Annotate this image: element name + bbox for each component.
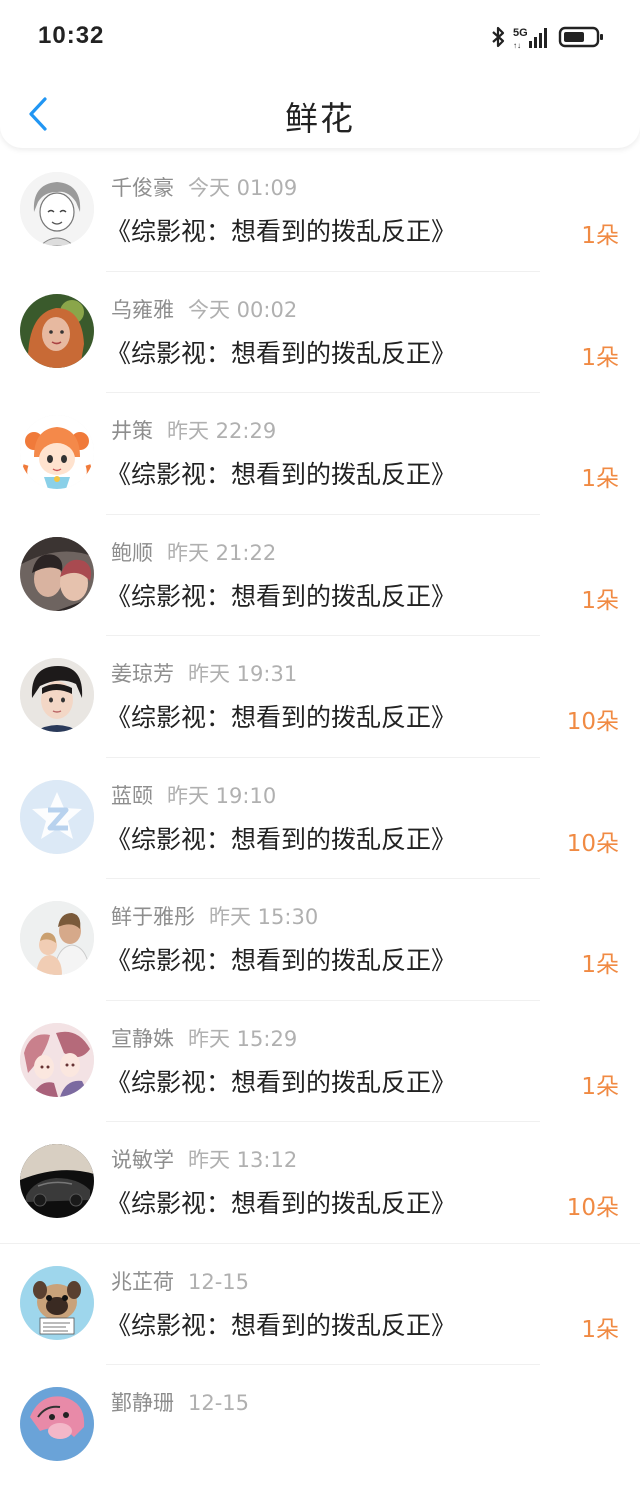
user-name: 千俊豪 <box>111 176 174 200</box>
network-label: 5G <box>513 27 528 39</box>
user-name: 说敏学 <box>111 1148 174 1172</box>
name-line: 蓝颐 昨天 19:10 <box>111 780 276 810</box>
book-title: 《综影视：想看到的拨乱反正》 <box>106 946 457 975</box>
avatar <box>20 779 94 854</box>
user-name: 乌雍雅 <box>111 297 174 322</box>
book-title: 《综影视：想看到的拨乱反正》 <box>106 824 457 854</box>
list-item[interactable]: 姜琼芳 昨天 19:31 《综影视：想看到的拨乱反正》 10朵 <box>0 636 640 758</box>
svg-text:↑↓: ↑↓ <box>513 41 521 50</box>
avatar <box>20 172 94 246</box>
book-title: 《综影视：想看到的拨乱反正》 <box>106 1310 457 1340</box>
list-item[interactable]: 说敏学 昨天 13:12 《综影视：想看到的拨乱反正》 10朵 <box>0 1122 640 1244</box>
flower-count: 1朵 <box>581 1316 619 1343</box>
gift-time: 昨天 15:30 <box>209 905 319 929</box>
flower-count: 1朵 <box>581 223 619 249</box>
flower-count: 1朵 <box>581 466 619 492</box>
name-line: 宣静姝 昨天 15:29 <box>111 1023 297 1053</box>
list-item[interactable]: 蓝颐 昨天 19:10 《综影视：想看到的拨乱反正》 10朵 <box>0 758 640 879</box>
name-line: 鄞静珊 12-15 <box>111 1387 249 1417</box>
list-item[interactable]: 兆芷荷 12-15 《综影视：想看到的拨乱反正》 1朵 <box>0 1244 640 1365</box>
book-title: 《综影视：想看到的拨乱反正》 <box>106 217 457 246</box>
gift-time: 12-15 <box>188 1391 250 1415</box>
name-line: 乌雍雅 今天 00:02 <box>111 294 297 324</box>
signal-icon: 5G ↑↓ <box>513 27 547 50</box>
name-line: 说敏学 昨天 13:12 <box>111 1144 297 1174</box>
list-item[interactable]: 鲜于雅彤 昨天 15:30 《综影视：想看到的拨乱反正》 1朵 <box>0 879 640 1001</box>
avatar <box>20 415 94 489</box>
status-icons: 5G ↑↓ <box>490 22 606 52</box>
avatar <box>20 293 94 368</box>
gift-time: 昨天 19:31 <box>188 662 298 686</box>
book-title: 《综影视：想看到的拨乱反正》 <box>106 581 457 611</box>
gift-time: 昨天 21:22 <box>167 540 277 565</box>
user-name: 鄞静珊 <box>111 1391 174 1415</box>
book-title: 《综影视：想看到的拨乱反正》 <box>106 338 457 368</box>
avatar <box>20 536 94 611</box>
list-item[interactable]: 井策 昨天 22:29 《综影视：想看到的拨乱反正》 1朵 <box>0 393 640 515</box>
flower-count: 1朵 <box>581 1073 619 1100</box>
avatar <box>20 1144 94 1218</box>
list-item[interactable]: 千俊豪 今天 01:09 《综影视：想看到的拨乱反正》 1朵 <box>0 150 640 272</box>
flower-list: 千俊豪 今天 01:09 《综影视：想看到的拨乱反正》 1朵 乌雍雅 今天 00:0… <box>0 150 640 1487</box>
user-name: 蓝颐 <box>111 783 153 808</box>
gift-time: 今天 01:09 <box>188 176 298 200</box>
user-name: 鲜于雅彤 <box>111 905 195 929</box>
status-time: 10:32 <box>38 22 105 49</box>
flower-count: 1朵 <box>581 344 619 371</box>
avatar <box>20 901 94 975</box>
name-line: 千俊豪 今天 01:09 <box>111 172 297 202</box>
flower-count: 1朵 <box>581 587 619 614</box>
gift-time: 12-15 <box>188 1269 250 1294</box>
flower-count: 1朵 <box>581 952 619 978</box>
gift-time: 昨天 13:12 <box>188 1148 298 1172</box>
name-line: 兆芷荷 12-15 <box>111 1266 249 1296</box>
gift-time: 昨天 19:10 <box>167 783 277 808</box>
book-title: 《综影视：想看到的拨乱反正》 <box>106 460 457 489</box>
book-title: 《综影视：想看到的拨乱反正》 <box>106 703 457 732</box>
user-name: 姜琼芳 <box>111 662 174 686</box>
avatar <box>20 658 94 732</box>
page-title: 鲜花 <box>285 99 355 138</box>
list-item[interactable]: 鄞静珊 12-15 <box>0 1365 640 1487</box>
name-line: 鲜于雅彤 昨天 15:30 <box>111 901 318 931</box>
user-name: 兆芷荷 <box>111 1269 174 1294</box>
gift-time: 今天 00:02 <box>188 297 298 322</box>
book-title: 《综影视：想看到的拨乱反正》 <box>106 1189 457 1218</box>
book-title: 《综影视：想看到的拨乱反正》 <box>106 1067 457 1097</box>
user-name: 鲍顺 <box>111 540 153 565</box>
flower-count: 10朵 <box>566 830 619 857</box>
avatar <box>20 1022 94 1097</box>
user-name: 宣静姝 <box>111 1026 174 1051</box>
battery-icon <box>558 26 603 48</box>
name-line: 井策 昨天 22:29 <box>111 415 276 445</box>
gift-time: 昨天 22:29 <box>167 419 277 443</box>
gift-time: 昨天 15:29 <box>188 1026 298 1051</box>
top-header: 10:32 5G ↑↓ 鲜花 <box>0 0 640 148</box>
list-item[interactable]: 鲍顺 昨天 21:22 《综影视：想看到的拨乱反正》 1朵 <box>0 515 640 636</box>
name-line: 鲍顺 昨天 21:22 <box>111 537 276 567</box>
user-name: 井策 <box>111 419 153 443</box>
flower-count: 10朵 <box>566 709 619 735</box>
flower-count: 10朵 <box>566 1195 619 1221</box>
list-item[interactable]: 宣静姝 昨天 15:29 《综影视：想看到的拨乱反正》 1朵 <box>0 1001 640 1122</box>
name-line: 姜琼芳 昨天 19:31 <box>111 658 297 688</box>
bluetooth-icon <box>492 26 505 48</box>
avatar <box>20 1387 94 1461</box>
list-item[interactable]: 乌雍雅 今天 00:02 《综影视：想看到的拨乱反正》 1朵 <box>0 272 640 393</box>
avatar <box>20 1265 94 1340</box>
